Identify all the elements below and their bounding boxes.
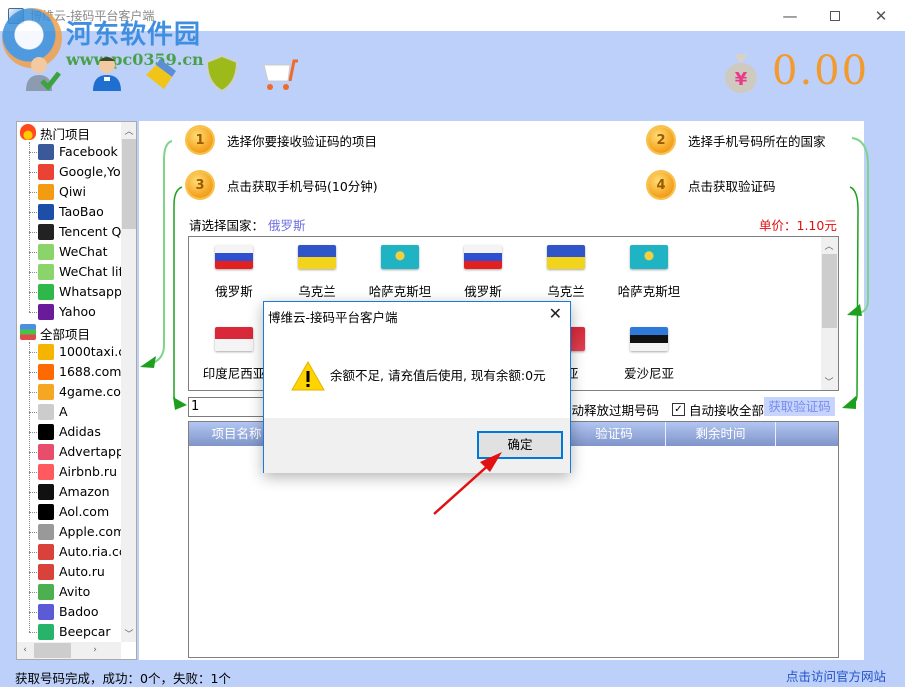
status-message: 获取号码完成，成功：0个，失败：1个 [15,671,231,686]
official-website-link[interactable]: 点击访问官方网站 [786,666,886,685]
annotation-arrow [433,452,502,515]
